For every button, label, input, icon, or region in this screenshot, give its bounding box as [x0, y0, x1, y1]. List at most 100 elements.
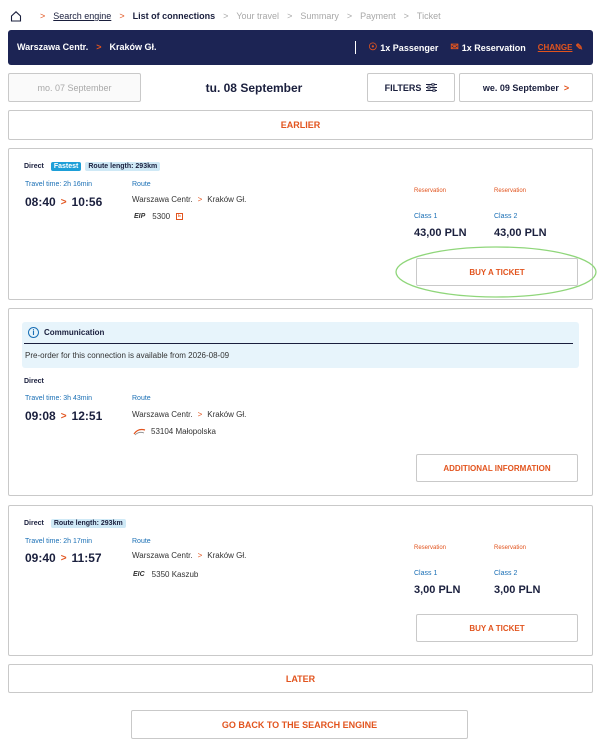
breadcrumb-list-of-connections: List of connections	[132, 11, 216, 21]
sliders-icon	[426, 83, 438, 92]
connection-times: 09:40 > 11:57	[25, 551, 102, 565]
next-day-label: we. 09 September	[482, 82, 559, 93]
reservation-icon: ✉	[450, 42, 459, 53]
to-station: Kraków Gł.	[207, 551, 247, 560]
route-label: Route	[132, 538, 151, 545]
route-stations: Warszawa Centr. > Kraków Gł.	[132, 195, 246, 204]
arrival-time: 10:56	[71, 195, 103, 209]
class1-label: Class 1	[414, 570, 438, 577]
info-icon: i	[28, 327, 39, 338]
from-station: Warszawa Centr.	[17, 42, 89, 52]
travel-time: Travel time: 2h 17min	[25, 538, 93, 545]
later-button[interactable]: LATER	[8, 664, 593, 693]
chevron-right-icon: >	[197, 551, 203, 560]
to-station: Kraków Gł.	[109, 42, 157, 52]
communication-header: i Communication	[28, 327, 104, 338]
class2-label: Class 2	[494, 570, 518, 577]
filters-button[interactable]: FILTERS	[367, 73, 455, 102]
chevron-right-icon: >	[96, 42, 102, 52]
carrier-logo: EIC	[133, 571, 145, 578]
train-info: EIP 5300 E	[134, 212, 184, 221]
connection-card: Direct Fastest Route length: 293km Trave…	[8, 148, 597, 300]
previous-day-button[interactable]: mo. 07 September	[8, 73, 141, 102]
reservation-label-class1: Reservation	[414, 188, 447, 194]
pencil-icon[interactable]: ✎	[575, 42, 583, 53]
departure-time: 09:40	[25, 551, 56, 565]
from-station: Warszawa Centr.	[132, 410, 193, 419]
from-station: Warszawa Centr.	[132, 551, 193, 560]
reservation-label-class2: Reservation	[494, 545, 527, 551]
chevron-right-icon: >	[60, 552, 67, 564]
breadcrumb-payment: Payment	[360, 11, 396, 21]
chevron-right-icon: >	[287, 11, 293, 21]
amenity-icon: E	[176, 213, 184, 220]
train-info: 53104 Małopolska	[133, 427, 216, 436]
train-number: 5300	[152, 212, 171, 221]
connection-card: Direct Route length: 293km Travel time: …	[8, 505, 593, 656]
chevron-right-icon: >	[403, 11, 409, 21]
direct-tag: Direct	[24, 378, 44, 385]
passenger-icon: ☉	[368, 42, 378, 53]
route-length-badge: Route length: 293km	[50, 519, 126, 528]
class2-price: 3,00 PLN	[494, 584, 541, 596]
passenger-count: 1x Passenger	[380, 42, 439, 53]
route-stations: Warszawa Centr. > Kraków Gł.	[132, 551, 246, 560]
divider	[355, 41, 357, 54]
home-icon[interactable]	[10, 10, 22, 22]
communication-text: Pre-order for this connection is availab…	[25, 351, 230, 360]
journey-route: Warszawa Centr. > Kraków Gł.	[17, 42, 156, 52]
travel-time: Travel time: 2h 16min	[25, 181, 93, 188]
breadcrumb-ticket: Ticket	[416, 11, 441, 21]
reservation-label-class2: Reservation	[494, 188, 527, 194]
from-station: Warszawa Centr.	[132, 195, 193, 204]
class2-label: Class 2	[494, 213, 518, 220]
fastest-badge: Fastest	[50, 162, 82, 171]
departure-time: 08:40	[25, 195, 56, 209]
departure-time: 09:08	[25, 409, 56, 423]
filters-label: FILTERS	[384, 82, 422, 93]
travel-time: Travel time: 3h 43min	[25, 395, 93, 402]
class1-price: 3,00 PLN	[414, 584, 461, 596]
next-day-button[interactable]: we. 09 September >	[459, 73, 593, 102]
chevron-right-icon: >	[346, 11, 353, 21]
change-link[interactable]: CHANGE	[538, 43, 573, 52]
go-back-button[interactable]: GO BACK TO THE SEARCH ENGINE	[131, 710, 468, 739]
route-stations: Warszawa Centr. > Kraków Gł.	[132, 410, 246, 419]
chevron-right-icon: >	[563, 82, 570, 93]
to-station: Kraków Gł.	[207, 195, 247, 204]
class1-price: 43,00 PLN	[414, 227, 467, 239]
journey-summary-bar: Warszawa Centr. > Kraków Gł. ☉ 1x Passen…	[8, 30, 593, 65]
breadcrumb: > Search engine > List of connections > …	[10, 8, 441, 24]
connection-tags: Direct Route length: 293km	[24, 519, 130, 528]
breadcrumb-search-engine[interactable]: Search engine	[53, 11, 111, 21]
carrier-logo: EIP	[134, 213, 146, 220]
chevron-right-icon: >	[40, 11, 46, 21]
direct-tag: Direct	[24, 520, 44, 527]
train-info: EIC 5350 Kaszub	[133, 570, 198, 579]
reservation-count: 1x Reservation	[461, 42, 526, 53]
highlight-ellipse	[395, 246, 597, 298]
communication-box: i Communication Pre-order for this conne…	[22, 322, 579, 368]
chevron-right-icon: >	[197, 195, 203, 204]
communication-divider	[24, 343, 573, 344]
breadcrumb-your-travel: Your travel	[236, 11, 280, 21]
connection-times: 09:08 > 12:51	[25, 409, 102, 423]
chevron-right-icon: >	[60, 196, 67, 208]
breadcrumb-summary: Summary	[300, 11, 339, 21]
buy-ticket-button[interactable]: BUY A TICKET	[416, 614, 578, 642]
earlier-button[interactable]: EARLIER	[8, 110, 593, 140]
arrival-time: 12:51	[71, 409, 103, 423]
to-station: Kraków Gł.	[207, 410, 247, 419]
connection-times: 08:40 > 10:56	[25, 195, 102, 209]
class1-label: Class 1	[414, 213, 438, 220]
additional-information-button[interactable]: ADDITIONAL INFORMATION	[416, 454, 578, 482]
reservation-label-class1: Reservation	[414, 545, 447, 551]
chevron-right-icon: >	[60, 410, 67, 422]
direct-tag: Direct	[24, 163, 44, 170]
connection-tags: Direct Fastest Route length: 293km	[24, 162, 164, 171]
chevron-right-icon: >	[197, 410, 203, 419]
chevron-right-icon: >	[119, 11, 125, 21]
class2-price: 43,00 PLN	[494, 227, 547, 239]
regional-train-icon	[133, 428, 146, 435]
journey-options: ☉ 1x Passenger ✉ 1x Reservation CHANGE ✎	[355, 41, 583, 54]
